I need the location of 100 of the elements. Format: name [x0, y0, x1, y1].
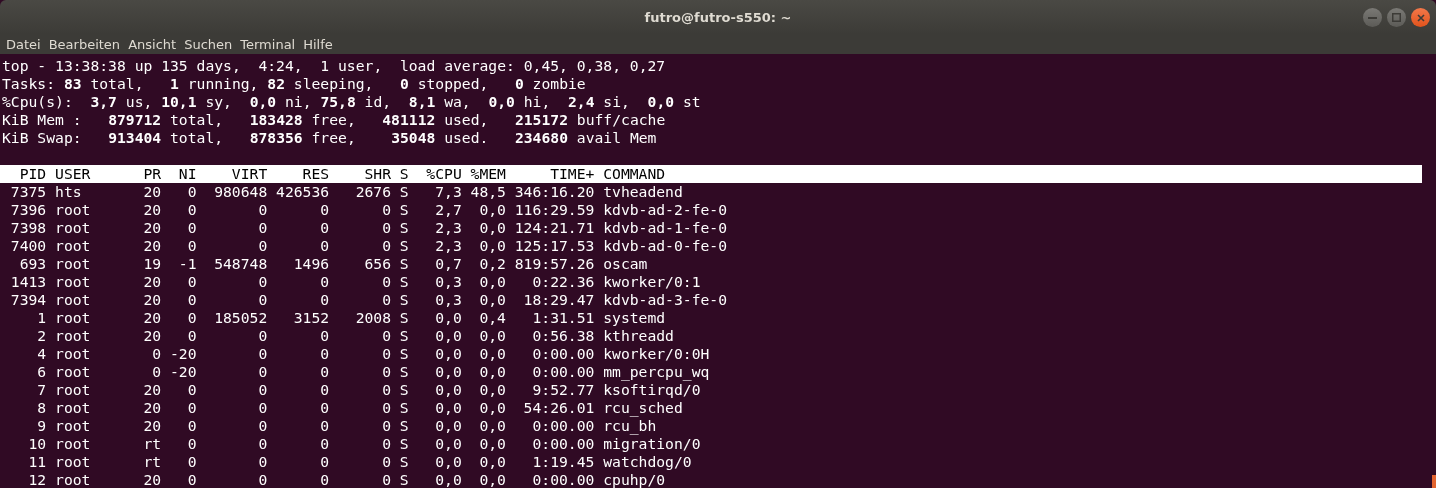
table-cell: 0 — [320, 471, 330, 488]
table-cell: 7394 — [10, 291, 47, 308]
menu-item[interactable]: Datei — [2, 36, 45, 52]
summary-line: KiB Swap: 913404 total, 878356 free, 35048 used. 234680 avail Mem — [1, 129, 658, 147]
table-cell: S — [399, 363, 409, 380]
table-cell: 20 — [143, 327, 162, 344]
table-cell: 0,0 — [479, 453, 506, 470]
table-cell: migration/0 — [603, 435, 701, 452]
table-cell: 11 — [28, 453, 47, 470]
table-cell: 0,0 — [479, 327, 506, 344]
table-cell: kdvb-ad-3-fe-0 — [603, 291, 727, 308]
table-cell: 0 — [258, 345, 268, 362]
menu-item[interactable]: Hilfe — [299, 36, 337, 52]
table-cell: 656 — [364, 255, 391, 272]
table-cell: 185052 — [214, 309, 268, 326]
table-cell: 1 — [37, 309, 47, 326]
table-cell: 20 — [143, 399, 162, 416]
table-cell: 0 — [382, 417, 391, 434]
table-cell: 0 — [187, 309, 197, 326]
table-cell: -20 — [169, 363, 197, 380]
table-cell: 0 — [187, 237, 197, 254]
table-cell: 0 — [382, 471, 391, 488]
table-cell: 426536 — [276, 183, 330, 200]
table-cell: 548748 — [214, 255, 268, 272]
column-header: %CPU — [426, 165, 462, 182]
table-cell: 0,0 — [435, 309, 462, 326]
table-cell: 0 — [258, 219, 268, 236]
table-cell: 0 — [258, 417, 268, 434]
table-cell: S — [399, 435, 409, 452]
table-cell: 1496 — [293, 255, 330, 272]
maximize-button[interactable] — [1387, 8, 1406, 27]
minimize-button[interactable] — [1363, 8, 1382, 27]
table-cell: root — [55, 399, 91, 416]
table-cell: root — [55, 327, 91, 344]
table-cell: S — [399, 471, 409, 488]
table-cell: 20 — [143, 381, 162, 398]
table-cell: 0,0 — [479, 399, 506, 416]
close-button[interactable] — [1411, 8, 1430, 27]
table-cell: 0 — [382, 381, 391, 398]
table-cell: 20 — [143, 183, 162, 200]
table-cell: root — [55, 255, 91, 272]
table-cell: 0 — [320, 237, 330, 254]
column-header: RES — [302, 165, 330, 182]
column-header: COMMAND — [603, 165, 666, 182]
table-cell: S — [399, 255, 409, 272]
table-cell: 0:56.38 — [532, 327, 595, 344]
table-cell: 0 — [258, 291, 268, 308]
column-header: USER — [55, 165, 91, 182]
table-cell: 0 — [320, 417, 330, 434]
table-cell: 0 — [258, 399, 268, 416]
scrollbar-thumb[interactable] — [1432, 475, 1436, 488]
table-cell: 0,0 — [435, 345, 462, 362]
table-cell: 0,7 — [435, 255, 462, 272]
table-cell: 7396 — [10, 201, 47, 218]
table-cell: 0 — [258, 453, 268, 470]
table-cell: 1413 — [10, 273, 47, 290]
table-cell: S — [399, 219, 409, 236]
table-cell: 0,0 — [479, 345, 506, 362]
table-cell: 0,0 — [435, 417, 462, 434]
table-cell: 0,0 — [435, 363, 462, 380]
table-cell: oscam — [603, 255, 648, 272]
table-cell: 0,0 — [479, 381, 506, 398]
table-cell: 0 — [258, 237, 268, 254]
table-cell: 0 — [320, 363, 330, 380]
close-icon — [1416, 13, 1425, 22]
menu-item[interactable]: Suchen — [180, 36, 237, 52]
table-cell: hts — [55, 183, 82, 200]
table-cell: 0 — [320, 291, 330, 308]
table-cell: 0 — [382, 291, 391, 308]
table-cell: 0,0 — [479, 237, 506, 254]
table-cell: 2,3 — [435, 237, 462, 254]
table-cell: 0 — [382, 363, 391, 380]
table-cell: 693 — [19, 255, 47, 272]
table-cell: 0 — [187, 183, 197, 200]
table-cell: 20 — [143, 201, 162, 218]
menu-item[interactable]: Ansicht — [124, 36, 181, 52]
table-cell: S — [399, 453, 409, 470]
table-cell: 0,0 — [435, 471, 462, 488]
column-header: NI — [178, 165, 197, 182]
column-header: %MEM — [470, 165, 506, 182]
menu-item[interactable]: Bearbeiten — [44, 36, 125, 52]
table-cell: 0,0 — [479, 417, 506, 434]
summary-line: top - 13:38:38 up 135 days, 4:24, 1 user, load average: 0,45, 0,38, 0,27 — [1, 57, 667, 75]
table-cell: 0:00.00 — [532, 471, 595, 488]
table-cell: 0,0 — [479, 273, 506, 290]
menu-item[interactable]: Terminal — [236, 36, 300, 52]
table-cell: root — [55, 273, 91, 290]
table-cell: 0 — [187, 327, 197, 344]
table-cell: 9 — [37, 417, 47, 434]
table-cell: 124:21.71 — [514, 219, 595, 236]
minimize-icon — [1368, 16, 1377, 19]
table-cell: 0,4 — [479, 309, 506, 326]
table-cell: root — [55, 219, 91, 236]
table-cell: S — [399, 399, 409, 416]
table-cell: 0 — [258, 435, 268, 452]
table-cell: 0 — [382, 399, 391, 416]
table-cell: S — [399, 309, 409, 326]
table-cell: 8 — [37, 399, 47, 416]
table-cell: 0,0 — [479, 201, 506, 218]
table-cell: S — [399, 273, 409, 290]
